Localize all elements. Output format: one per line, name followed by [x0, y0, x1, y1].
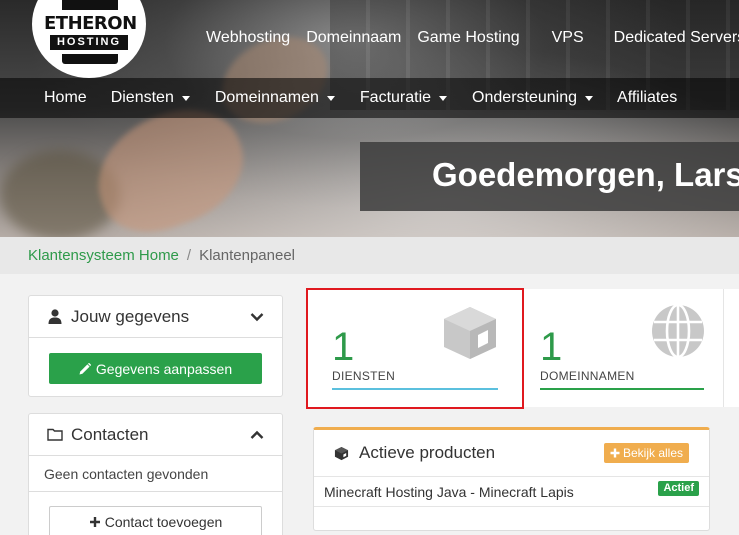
top-link-webhosting[interactable]: Webhosting [206, 29, 290, 47]
breadcrumb-home-link[interactable]: Klantensysteem Home [28, 247, 179, 264]
caret-down-icon [439, 95, 448, 101]
nav-facturatie[interactable]: Facturatie [360, 89, 448, 107]
folder-icon [47, 428, 63, 441]
services-tile[interactable]: 1 DIENSTEN [306, 289, 524, 407]
breadcrumb-current: Klantenpaneel [199, 247, 295, 264]
top-link-game-hosting[interactable]: Game Hosting [417, 29, 519, 47]
product-name: Minecraft Hosting Java - Minecraft Lapis [324, 483, 574, 500]
caret-down-icon [181, 95, 190, 101]
logo-text: ETHERON [44, 13, 137, 34]
nav-ondersteuning[interactable]: Ondersteuning [472, 89, 594, 107]
caret-down-icon [326, 95, 335, 101]
cube-icon [334, 446, 349, 461]
user-icon [47, 309, 63, 324]
top-links: Webhosting Domeinnaam Game Hosting VPS D… [206, 29, 739, 47]
active-products-title: Actieve producten [359, 443, 496, 462]
logo-subtext: HOSTING [50, 35, 128, 50]
chevron-down-icon[interactable] [250, 309, 264, 329]
top-link-vps[interactable]: VPS [552, 29, 584, 47]
product-row[interactable]: Minecraft Hosting Java - Minecraft Lapis… [314, 477, 709, 507]
top-navbar: ETHERON HOSTING Webhosting Domeinnaam Ga… [0, 0, 739, 78]
nav-domeinnamen[interactable]: Domeinnamen [215, 89, 335, 107]
stats-tiles: 1 DIENSTEN 1 DOMEINNAMEN [306, 289, 739, 407]
contacts-empty-text: Geen contacten gevonden [29, 456, 282, 492]
pencil-icon [79, 362, 91, 374]
edit-details-button[interactable]: Gegevens aanpassen [49, 353, 262, 384]
services-accent-line [332, 388, 498, 390]
domains-count: 1 [540, 325, 563, 369]
services-count: 1 [332, 325, 355, 369]
greeting-box: Goedemorgen, Lars [360, 142, 739, 211]
contacts-panel-title: Contacten [71, 424, 149, 444]
main-nav: Home Diensten Domeinnamen Facturatie Ond… [44, 89, 677, 107]
active-products-panel: Actieve producten Bekijk alles Minecraft… [313, 427, 710, 531]
status-badge: Actief [658, 481, 699, 496]
breadcrumb-separator: / [186, 247, 192, 264]
account-panel-header[interactable]: Jouw gegevens [29, 296, 282, 338]
nav-diensten[interactable]: Diensten [111, 89, 190, 107]
globe-icon [650, 303, 706, 364]
nav-affiliates[interactable]: Affiliates [617, 89, 677, 107]
top-link-domeinnaam[interactable]: Domeinnaam [306, 29, 401, 47]
account-panel-title: Jouw gegevens [71, 306, 190, 326]
caret-down-icon [585, 95, 594, 101]
domains-label: DOMEINNAMEN [540, 369, 635, 383]
contacts-panel-header[interactable]: Contacten [29, 414, 282, 456]
plus-icon [89, 516, 100, 527]
greeting-text: Goedemorgen, Lars [432, 156, 739, 193]
top-link-dedicated-servers[interactable]: Dedicated Servers [614, 29, 739, 47]
domains-tile[interactable]: 1 DOMEINNAMEN [524, 289, 724, 407]
breadcrumb: Klantensysteem Home / Klantenpaneel [0, 237, 739, 274]
hero-banner: ETHERON HOSTING Webhosting Domeinnaam Ga… [0, 0, 739, 237]
view-all-button[interactable]: Bekijk alles [603, 443, 689, 463]
cube-icon [440, 305, 500, 366]
nav-home[interactable]: Home [44, 89, 87, 107]
contacts-panel: Contacten Geen contacten gevonden Contac… [28, 413, 283, 535]
chevron-up-icon[interactable] [250, 427, 264, 447]
account-panel: Jouw gegevens Gegevens aanpassen [28, 295, 283, 397]
active-products-header: Actieve producten Bekijk alles [314, 430, 709, 477]
domains-accent-line [540, 388, 704, 390]
add-contact-button[interactable]: Contact toevoegen [49, 506, 262, 535]
logo[interactable]: ETHERON HOSTING [32, 0, 146, 78]
services-label: DIENSTEN [332, 369, 396, 383]
plus-icon [610, 448, 620, 458]
